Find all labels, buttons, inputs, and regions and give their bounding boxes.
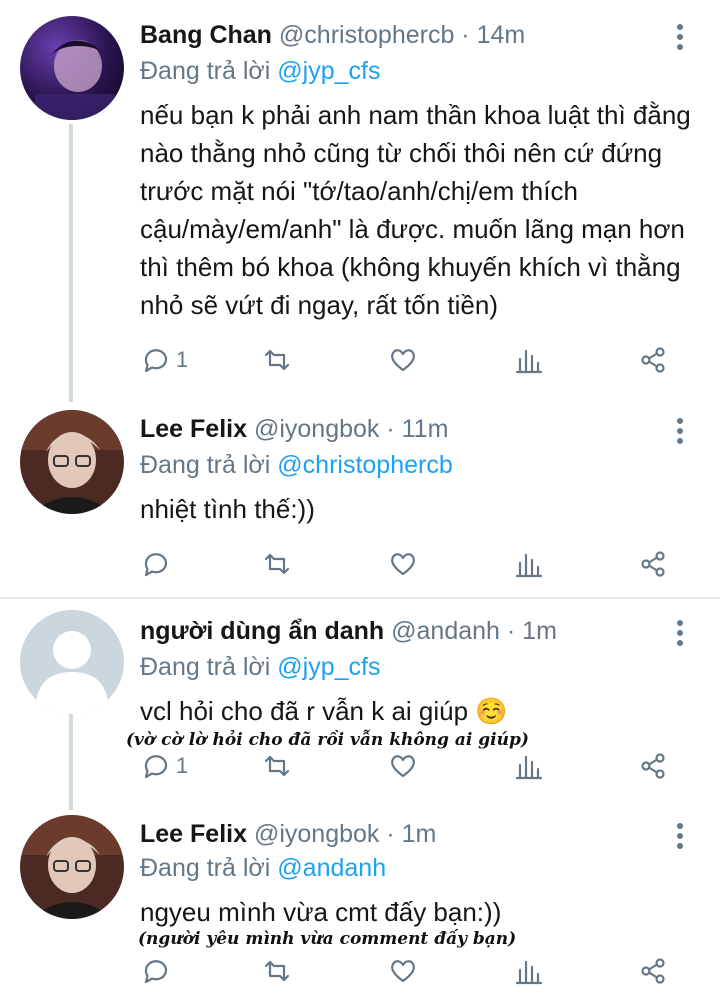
tweet-text: nếu bạn k phải anh nam thần khoa luật th… [140, 100, 691, 320]
like-button[interactable] [388, 951, 418, 991]
replying-to: Đang trả lời @andanh [140, 851, 386, 885]
more-options-icon[interactable] [676, 24, 684, 54]
analytics-button[interactable] [514, 340, 544, 380]
more-options-icon[interactable] [676, 620, 684, 650]
reply-prefix: Đang trả lời [140, 653, 271, 681]
retweet-button[interactable] [262, 544, 292, 584]
retweet-button[interactable] [262, 340, 292, 380]
analytics-button[interactable] [514, 951, 544, 991]
display-name[interactable]: Lee Felix [140, 415, 247, 443]
analytics-button[interactable] [514, 544, 544, 584]
reply-mention[interactable]: @jyp_cfs [277, 57, 380, 85]
share-icon [641, 551, 665, 577]
reply-prefix: Đang trả lời [140, 57, 271, 85]
tweet[interactable]: Lee Felix @iyongbok · 11m Đang trả lời @… [0, 410, 720, 590]
handle-time[interactable]: @iyongbok · 1m [254, 820, 436, 848]
like-icon [391, 960, 415, 983]
like-button[interactable] [388, 544, 418, 584]
reply-icon [144, 349, 168, 373]
reply-icon [144, 960, 168, 984]
tweet[interactable]: Lee Felix @iyongbok · 1m Đang trả lời @a… [0, 815, 720, 995]
tweet-text: ngyeu mình vừa cmt đấy bạn:)) [140, 897, 502, 927]
like-icon [391, 553, 415, 576]
share-button[interactable] [638, 544, 668, 584]
avatar[interactable] [20, 16, 124, 120]
analytics-button[interactable] [514, 746, 544, 786]
avatar[interactable] [20, 815, 124, 919]
share-button[interactable] [638, 340, 668, 380]
reply-prefix: Đang trả lời [140, 451, 271, 479]
handle-time[interactable]: @iyongbok · 11m [254, 415, 448, 443]
retweet-icon [264, 960, 290, 982]
handle-time[interactable]: @christophercb · 14m [279, 21, 525, 49]
tweet-actions [140, 544, 700, 584]
conversation-divider [0, 597, 720, 599]
tweet[interactable]: Bang Chan @christophercb · 14m Đang trả … [0, 16, 720, 396]
reply-button[interactable] [140, 951, 176, 991]
replying-to: Đang trả lời @christophercb [140, 448, 453, 482]
replying-to: Đang trả lời @jyp_cfs [140, 650, 380, 684]
reply-icon [144, 553, 168, 577]
like-button[interactable] [388, 340, 418, 380]
tweet-header: Lee Felix @iyongbok · 1m [140, 817, 436, 851]
reply-mention[interactable]: @christophercb [277, 451, 452, 479]
handle-time[interactable]: @andanh · 1m [391, 617, 557, 645]
reply-icon [144, 755, 168, 779]
analytics-icon [515, 755, 543, 780]
more-options-icon[interactable] [676, 823, 684, 853]
avatar[interactable] [20, 610, 124, 714]
tweet-header: Lee Felix @iyongbok · 11m [140, 412, 448, 446]
translation-note: (người yêu mình vừa comment đấy bạn) [138, 929, 517, 949]
share-icon [641, 347, 665, 373]
reply-button[interactable]: 1 [140, 340, 188, 380]
retweet-icon [264, 553, 290, 575]
reply-count: 1 [176, 347, 189, 372]
retweet-button[interactable] [262, 951, 292, 991]
analytics-icon [515, 960, 543, 985]
retweet-button[interactable] [262, 746, 292, 786]
share-button[interactable] [638, 746, 668, 786]
retweet-icon [264, 755, 290, 777]
tweet-text: vcl hỏi cho đã r vẫn k ai giúp ☺️ [140, 696, 508, 726]
reply-button[interactable] [140, 544, 176, 584]
like-button[interactable] [388, 746, 418, 786]
tweet[interactable]: người dùng ẩn danh @andanh · 1m Đang trả… [0, 610, 720, 795]
share-icon [641, 958, 665, 984]
tweet-actions: 1 [140, 746, 700, 786]
tweet-actions: 1 [140, 340, 700, 380]
avatar[interactable] [20, 410, 124, 514]
tweet-text: nhiệt tình thế:)) [140, 494, 315, 524]
like-icon [391, 755, 415, 778]
tweet-header: người dùng ẩn danh @andanh · 1m [140, 614, 557, 648]
share-button[interactable] [638, 951, 668, 991]
reply-button[interactable]: 1 [140, 746, 188, 786]
display-name[interactable]: Bang Chan [140, 21, 272, 49]
like-icon [391, 349, 415, 372]
display-name[interactable]: Lee Felix [140, 820, 247, 848]
reply-prefix: Đang trả lời [140, 854, 271, 882]
analytics-icon [515, 349, 543, 374]
reply-mention[interactable]: @jyp_cfs [277, 653, 380, 681]
retweet-icon [264, 349, 290, 371]
more-options-icon[interactable] [676, 418, 684, 448]
share-icon [641, 753, 665, 779]
reply-count: 1 [176, 753, 189, 778]
analytics-icon [515, 553, 543, 578]
tweet-actions [140, 951, 700, 991]
tweet-header: Bang Chan @christophercb · 14m [140, 18, 525, 52]
display-name[interactable]: người dùng ẩn danh [140, 617, 384, 645]
replying-to: Đang trả lời @jyp_cfs [140, 54, 380, 88]
reply-mention[interactable]: @andanh [277, 854, 386, 882]
